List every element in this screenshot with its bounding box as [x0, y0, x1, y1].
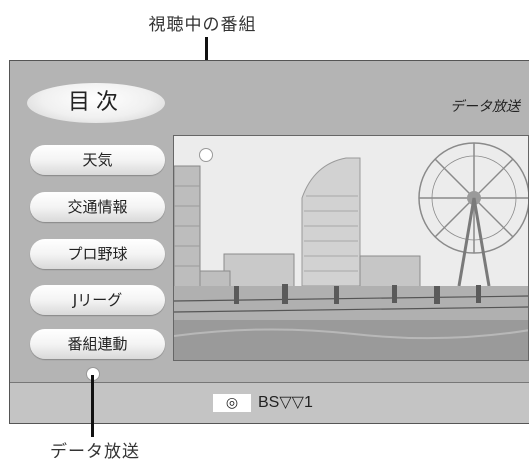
menu-title: 目次	[27, 83, 165, 123]
leader-line-data-broadcast	[91, 375, 94, 437]
menu-item-jleague[interactable]: Jリーグ	[30, 285, 165, 315]
channel-icon: ◎	[213, 394, 251, 412]
menu-item-traffic[interactable]: 交通情報	[30, 192, 165, 222]
callout-data-broadcast: データ放送	[50, 442, 140, 462]
data-broadcast-label: データ放送	[450, 99, 520, 115]
menu-item-program-linked[interactable]: 番組連動	[30, 329, 165, 359]
menu-item-baseball[interactable]: プロ野球	[30, 239, 165, 269]
menu-item-weather[interactable]: 天気	[30, 145, 165, 175]
channel-bar: ◎ BS▽▽1	[10, 382, 529, 423]
program-pointer-dot	[199, 148, 213, 162]
harbor-scene-image	[174, 136, 528, 360]
channel-name: BS▽▽1	[258, 394, 313, 411]
program-video	[173, 135, 529, 361]
callout-current-program: 視聴中の番組	[148, 15, 257, 35]
